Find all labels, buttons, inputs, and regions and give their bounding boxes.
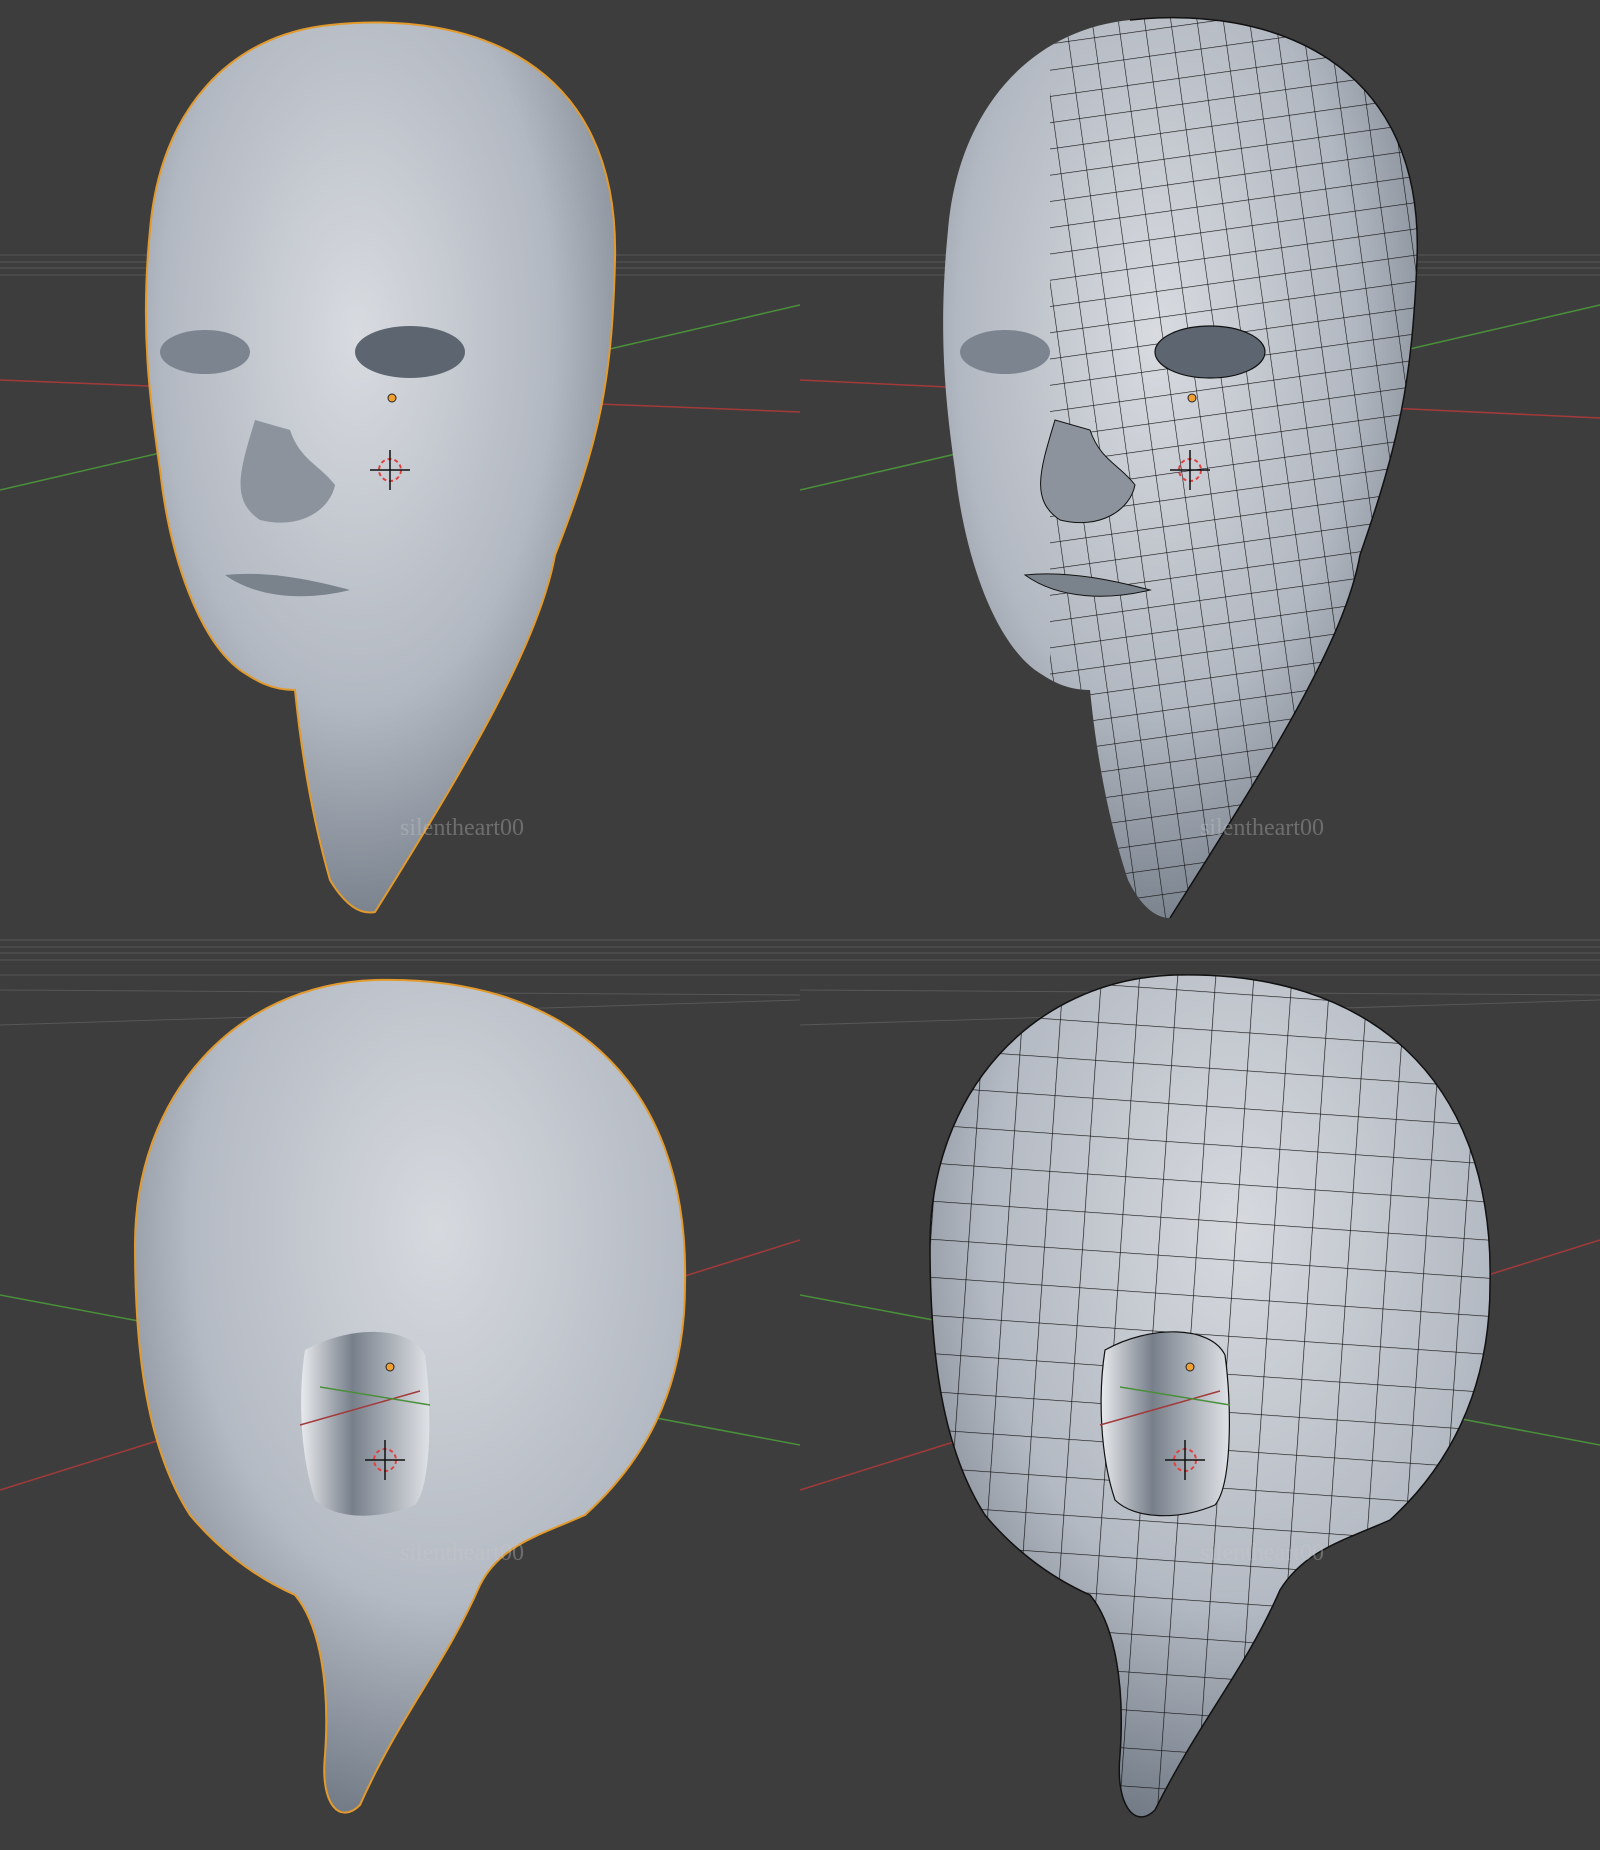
- eye-socket-right: [1154, 325, 1266, 379]
- head-mesh[interactable]: [943, 0, 1600, 925]
- ear-hole[interactable]: [301, 1331, 430, 1516]
- eye-socket-left: [160, 330, 250, 374]
- object-origin-icon[interactable]: [387, 393, 397, 403]
- object-origin-icon[interactable]: [385, 1362, 395, 1372]
- viewport-canvas[interactable]: [0, 925, 800, 1850]
- eye-socket-left: [960, 330, 1050, 374]
- viewport-canvas[interactable]: [800, 0, 1600, 925]
- viewport-canvas[interactable]: [800, 925, 1600, 1850]
- watermark: silentheart00: [400, 1540, 524, 1566]
- viewport-front-wire[interactable]: silentheart00: [800, 0, 1600, 925]
- viewport-front-solid[interactable]: silentheart00: [0, 0, 800, 925]
- object-origin-icon[interactable]: [1185, 1362, 1195, 1372]
- viewport-back-wire[interactable]: silentheart00: [800, 925, 1600, 1850]
- viewport-back-solid[interactable]: silentheart00: [0, 925, 800, 1850]
- quad-view: silentheart00 silentheart00 silentheart0…: [0, 0, 1600, 1850]
- watermark: silentheart00: [1200, 815, 1324, 841]
- object-origin-icon[interactable]: [1187, 393, 1197, 403]
- ear-hole[interactable]: [1100, 1331, 1231, 1517]
- head-mesh[interactable]: [144, 21, 617, 914]
- eye-socket-right: [355, 326, 465, 378]
- watermark: silentheart00: [1200, 1540, 1324, 1566]
- watermark: silentheart00: [400, 815, 524, 841]
- viewport-canvas[interactable]: [0, 0, 800, 925]
